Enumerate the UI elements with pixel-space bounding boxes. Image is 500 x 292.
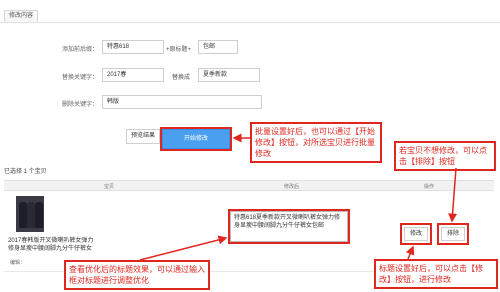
annotation-arrows [139, 133, 458, 261]
arrow-to-remove-button [448, 167, 458, 223]
arrow-to-edit-button [405, 245, 415, 260]
arrow-to-textarea [139, 235, 228, 261]
